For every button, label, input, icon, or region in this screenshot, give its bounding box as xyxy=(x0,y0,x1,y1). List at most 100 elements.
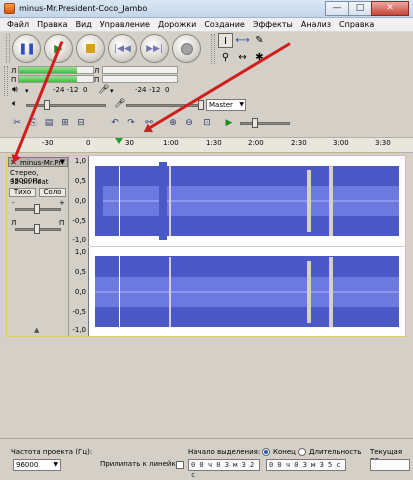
window-title: minus-Mr.President-Coco_Jambo xyxy=(19,4,148,13)
draw-tool-icon[interactable]: ✎ xyxy=(252,33,267,48)
menu-transport[interactable]: Управление xyxy=(97,18,155,31)
input-volume-slider[interactable] xyxy=(126,104,204,107)
vruler-label: 0,0 xyxy=(74,288,86,296)
stop-button[interactable] xyxy=(76,34,105,63)
selection-end-time[interactable]: 0 0 ч 0 3 м 3 5 с xyxy=(266,459,346,471)
channel1-waveform[interactable] xyxy=(89,156,405,246)
menu-help[interactable]: Справка xyxy=(336,18,379,31)
vruler-label: -0,5 xyxy=(72,217,86,225)
vruler-label: 1,0 xyxy=(74,248,86,256)
record-meter-left[interactable] xyxy=(102,66,178,74)
channel1-vertical-ruler[interactable]: 1,0 0,5 0,0 -0,5 -1,0 xyxy=(69,156,89,246)
chevron-down-icon[interactable]: ▾ xyxy=(25,87,29,95)
zoom-out-icon[interactable]: ⊖ xyxy=(182,116,196,130)
output-volume-icon: 🔈︎ xyxy=(12,99,18,109)
menu-view[interactable]: Вид xyxy=(73,18,97,31)
channel2-waveform[interactable] xyxy=(89,247,405,336)
menu-edit[interactable]: Правка xyxy=(34,18,72,31)
audio-position-time[interactable] xyxy=(370,459,410,471)
mute-button[interactable]: Тихо xyxy=(9,188,36,197)
paste-icon[interactable]: ▤ xyxy=(42,116,56,130)
toolbar-grip[interactable] xyxy=(6,34,10,63)
channel2-vertical-ruler[interactable]: 1,0 0,5 0,0 -0,5 -1,0 xyxy=(69,247,89,336)
ruler-tick-label: 3:30 xyxy=(375,139,391,147)
solo-button[interactable]: Соло xyxy=(39,188,66,197)
selection-start-value: 0 0 ч 0 3 м 3 2 с xyxy=(191,461,255,479)
record-button[interactable] xyxy=(172,34,201,63)
pan-left-label: Л xyxy=(11,219,17,227)
vruler-label: 0,5 xyxy=(74,268,86,276)
playback-meter-left[interactable] xyxy=(18,66,94,74)
end-radio[interactable] xyxy=(262,448,270,456)
zoom-tool-icon[interactable]: ⚲ xyxy=(218,50,233,65)
length-radio-label: Длительность xyxy=(309,448,362,456)
timeshift-tool-icon[interactable]: ↔ xyxy=(235,50,250,65)
project-rate-label: Частота проекта (Гц): xyxy=(11,448,93,456)
meter-scale-tick: 0 xyxy=(83,86,88,94)
audio-track: ✕ minus-Mr.Pr ▼ Стерео, 48000Hz 32-bit f… xyxy=(6,155,406,337)
length-radio[interactable] xyxy=(298,448,306,456)
project-rate-value: 96000 xyxy=(16,461,39,469)
meter-left-label: Л xyxy=(11,67,17,75)
close-button[interactable]: ✕ xyxy=(371,1,409,16)
collapse-track-icon[interactable]: ▲ xyxy=(34,326,39,334)
fit-selection-icon[interactable]: ⊡ xyxy=(200,116,214,130)
chevron-down-icon[interactable]: ▾ xyxy=(110,87,114,95)
selection-start-time[interactable]: 0 0 ч 0 3 м 3 2 с xyxy=(188,459,260,479)
record-meter-right[interactable] xyxy=(102,75,178,83)
cut-icon[interactable]: ✂ xyxy=(10,116,24,130)
rec-meter-left-label: Л xyxy=(94,67,100,75)
menu-file[interactable]: Файл xyxy=(4,18,34,31)
snap-to-checkbox[interactable] xyxy=(176,461,184,469)
output-volume-thumb[interactable] xyxy=(44,100,50,110)
speaker-icon[interactable]: 🔊︎ xyxy=(12,85,18,95)
vruler-label: -0,5 xyxy=(72,308,86,316)
play-at-speed-icon[interactable]: ▶ xyxy=(222,116,236,130)
minimize-button[interactable]: — xyxy=(325,1,349,16)
title-bar: minus-Mr.President-Coco_Jambo — □ ✕ xyxy=(0,0,413,18)
input-volume-icon: 🎤︎ xyxy=(114,99,126,109)
skip-to-end-button[interactable]: ▶▶| xyxy=(140,34,169,63)
pan-thumb[interactable] xyxy=(34,224,40,234)
track-menu-chevron-icon[interactable]: ▼ xyxy=(60,158,65,166)
menu-generate[interactable]: Создание xyxy=(201,18,250,31)
tools-grip[interactable] xyxy=(211,34,215,64)
meter-scale-tick: 0 xyxy=(165,86,170,94)
gain-thumb[interactable] xyxy=(34,204,40,214)
play-speed-thumb[interactable] xyxy=(252,118,258,128)
skip-to-start-button[interactable]: |◀◀ xyxy=(108,34,137,63)
input-volume-thumb[interactable] xyxy=(198,100,204,110)
selection-tool-icon[interactable]: I xyxy=(218,33,233,48)
vruler-label: 0,5 xyxy=(74,177,86,185)
vruler-label: -1,0 xyxy=(72,236,86,244)
input-source-select[interactable]: Master ▼ xyxy=(206,99,246,111)
undo-icon[interactable]: ↶ xyxy=(108,116,122,130)
snap-to-label: Прилипать к линейке xyxy=(100,460,181,468)
meter-grip[interactable] xyxy=(4,66,8,96)
meter-scale-tick: -24 xyxy=(53,86,65,94)
menu-tracks[interactable]: Дорожки xyxy=(155,18,201,31)
pause-button[interactable]: ❚❚ xyxy=(12,34,41,63)
silence-icon[interactable]: ⊟ xyxy=(74,116,88,130)
ruler-tick-label: 2:30 xyxy=(291,139,307,147)
vruler-label: 1,0 xyxy=(74,157,86,165)
track-bit-depth: 32-bit float xyxy=(10,178,49,186)
meter-right-label: П xyxy=(11,76,17,84)
microphone-icon[interactable]: 🎤︎ xyxy=(98,85,109,95)
project-rate-select[interactable]: 96000 ▼ xyxy=(13,459,61,471)
playback-position-marker[interactable] xyxy=(115,138,123,144)
menu-bar: Файл Правка Вид Управление Дорожки Созда… xyxy=(0,18,413,32)
redo-icon[interactable]: ↷ xyxy=(124,116,138,130)
play-speed-slider[interactable] xyxy=(240,122,290,125)
maximize-button[interactable]: □ xyxy=(348,1,372,16)
trim-icon[interactable]: ⊞ xyxy=(58,116,72,130)
menu-analyze[interactable]: Анализ xyxy=(298,18,336,31)
playback-meter-right[interactable] xyxy=(18,75,94,83)
transport-toolbar: ❚❚ ▶ |◀◀ ▶▶| xyxy=(12,34,210,63)
pause-icon: ❚❚ xyxy=(18,42,35,55)
skip-end-icon: ▶▶| xyxy=(146,43,163,54)
ruler-tick-label: 2:00 xyxy=(248,139,264,147)
envelope-tool-icon[interactable]: ⟷ xyxy=(235,33,250,48)
menu-effects[interactable]: Эффекты xyxy=(250,18,298,31)
timeline-ruler[interactable]: -30 0 30 1:00 1:30 2:00 2:30 3:00 3:30 xyxy=(0,137,413,153)
